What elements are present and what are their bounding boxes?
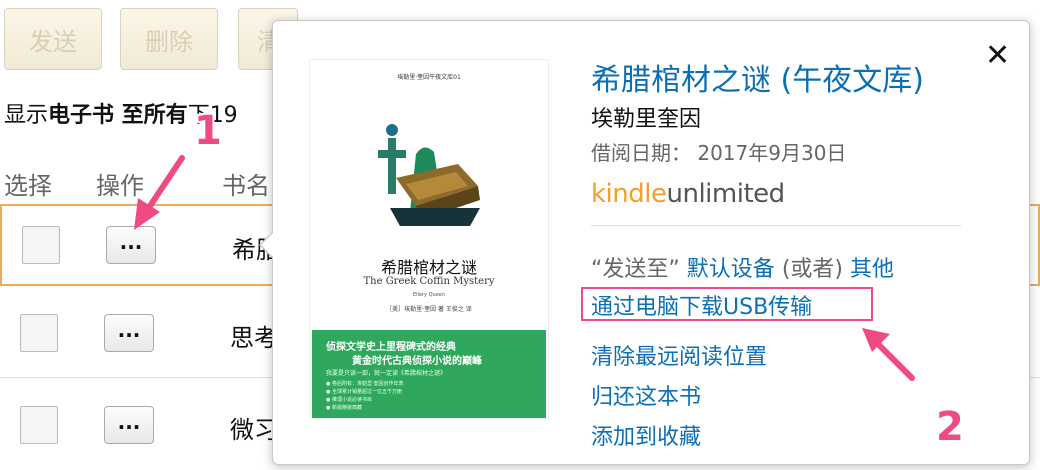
summary-filter: 电子书 至所有	[48, 103, 188, 128]
row-checkbox[interactable]	[20, 314, 58, 352]
delete-button[interactable]: 删除	[120, 8, 218, 70]
header-select: 选择	[4, 172, 52, 200]
header-title: 书名	[222, 172, 270, 200]
send-to-line: “发送至” 默认设备 (或者) 其他	[591, 251, 894, 283]
ku-unlimited: unlimited	[666, 179, 785, 209]
book-details-popover: ✕ 埃勒里·奎因午夜文库01 希腊棺材之谜 The Greek Coffin M…	[259, 20, 1030, 465]
kindle-unlimited-logo: kindleunlimited	[591, 179, 785, 209]
other-device-link[interactable]: 其他	[850, 257, 894, 282]
book-author: 埃勒里奎因	[591, 107, 702, 132]
summary-prefix: 显示	[4, 103, 49, 128]
annotation-arrow-2	[862, 328, 915, 381]
cover-title-en: The Greek Coffin Mystery	[363, 276, 495, 287]
send-to-label: “发送至”	[591, 257, 680, 282]
row-checkbox[interactable]	[22, 226, 60, 264]
cover-band-bullet: ● 推理小说必读书目	[326, 397, 372, 403]
annotation-number-2: 2	[936, 404, 964, 450]
cover-band-bullet: ● 全球累计销量超过一亿五千万册	[326, 389, 402, 395]
annotation-number-1: 1	[194, 108, 222, 154]
cover-title-cn: 希腊棺材之谜	[380, 258, 477, 277]
cover-band-line: 侦探文学史上里程碑式的经典	[326, 342, 456, 353]
popover-pointer	[259, 231, 274, 259]
cover-author: Ellery Queen	[412, 292, 446, 298]
book-title-link[interactable]: 希腊棺材之谜 (午夜文库)	[591, 55, 924, 99]
close-icon[interactable]: ✕	[985, 41, 1010, 71]
cover-band-line: 黄金时代古典侦探小说的巅峰	[352, 356, 482, 367]
cover-translator: ［美］埃勒里·奎因 著 王俊之 译	[386, 306, 472, 313]
row-title[interactable]: 思考	[230, 318, 278, 353]
loan-date: 借阅日期： 2017年9月30日	[591, 137, 846, 166]
row-title[interactable]: 微习	[230, 410, 278, 445]
cover-series: 埃勒里·奎因午夜文库01	[397, 74, 461, 81]
cover-band-line: 我要是只读一部，就一定读《希腊棺材之谜》	[326, 370, 447, 377]
book-cover: 埃勒里·奎因午夜文库01 希腊棺材之谜 The Greek Coffin Mys…	[309, 59, 549, 419]
cover-band-bullet: ● 卷后附有：埃勒里·奎因创作年表	[326, 381, 404, 387]
or-label: (或者)	[781, 257, 843, 282]
annotation-arrow-1	[134, 155, 185, 230]
loan-date-value: 2017年9月30日	[697, 141, 847, 165]
row-checkbox[interactable]	[20, 406, 58, 444]
row-action-button[interactable]: ...	[104, 406, 154, 444]
send-button[interactable]: 发送	[4, 8, 102, 70]
download-usb-link[interactable]: 通过电脑下载USB传输	[591, 289, 812, 321]
default-device-link[interactable]: 默认设备	[687, 257, 775, 282]
add-to-collection-link[interactable]: 添加到收藏	[591, 419, 701, 451]
cover-band: 侦探文学史上里程碑式的经典 黄金时代古典侦探小说的巅峰 我要是只读一部，就一定读…	[312, 330, 546, 418]
row-action-button[interactable]: ...	[104, 314, 154, 352]
clear-reading-position-link[interactable]: 清除最远阅读位置	[591, 339, 767, 371]
return-book-link[interactable]: 归还这本书	[591, 379, 701, 411]
divider	[591, 225, 961, 226]
coffin-illustration	[378, 124, 480, 226]
loan-date-label: 借阅日期：	[591, 141, 691, 165]
ku-kindle: kindle	[591, 179, 667, 209]
cover-band-bullet: ● 新版精装典藏	[326, 405, 362, 411]
